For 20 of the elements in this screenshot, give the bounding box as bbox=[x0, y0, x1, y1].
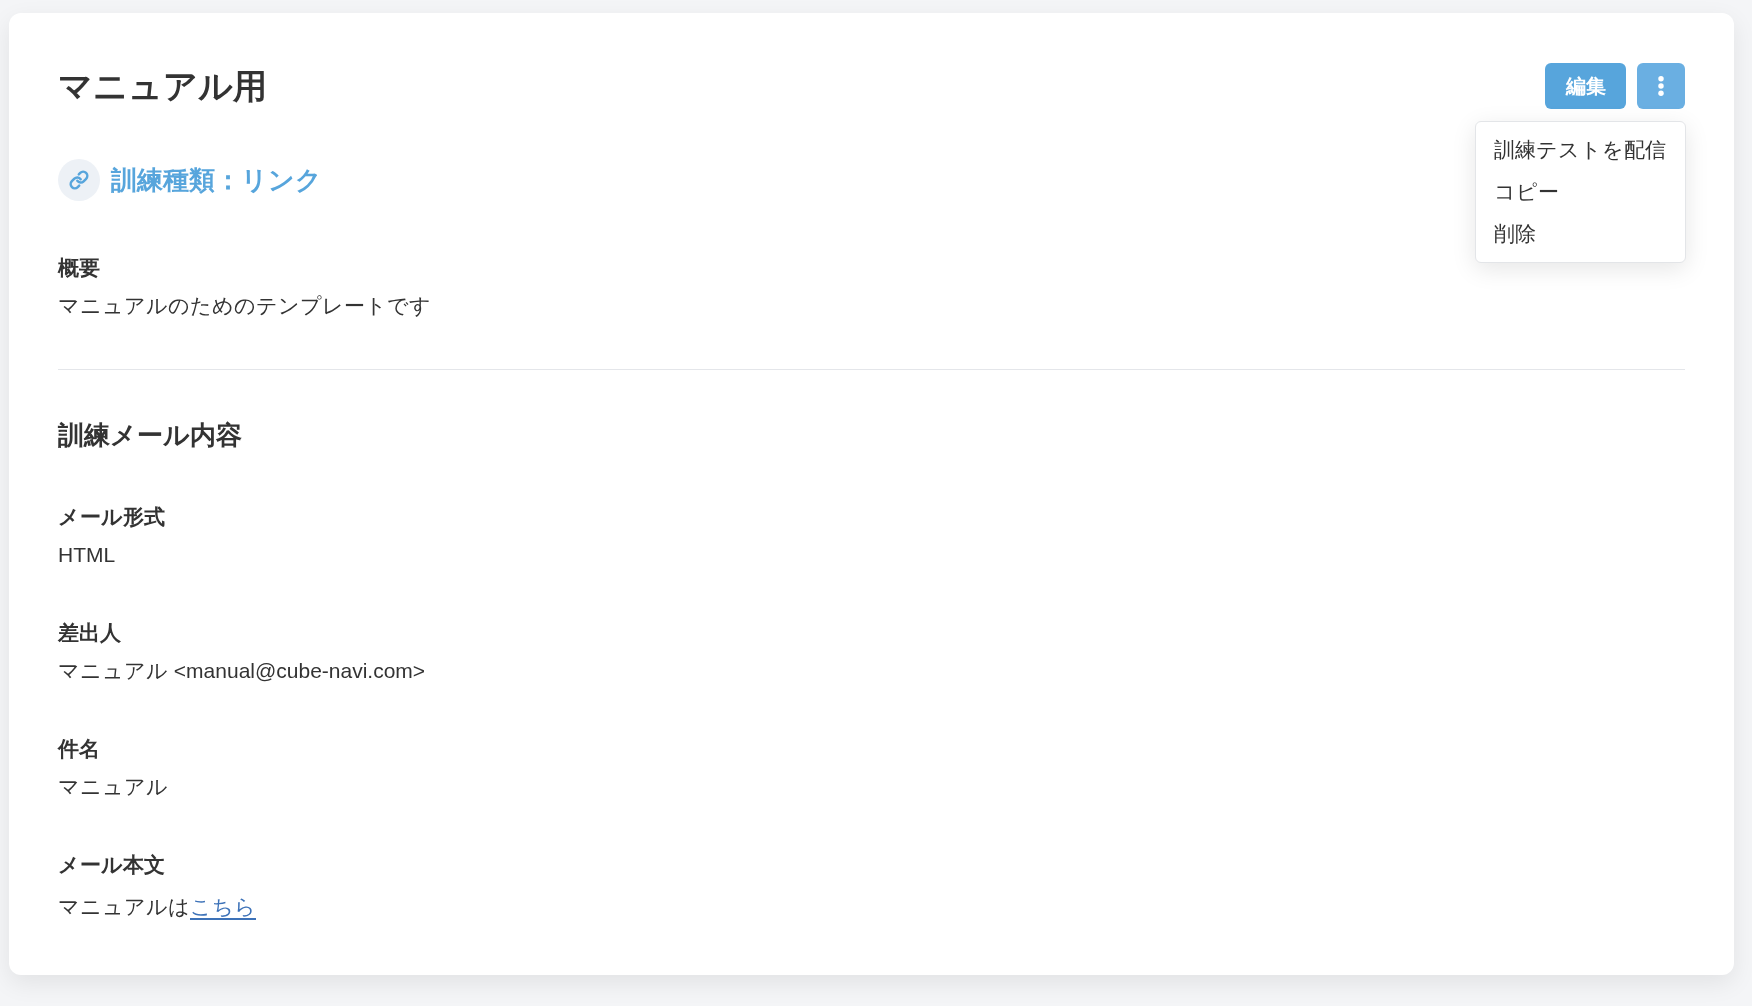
more-button[interactable] bbox=[1637, 63, 1685, 109]
field-label: メール形式 bbox=[58, 504, 166, 530]
field-value: HTML bbox=[58, 542, 117, 568]
link-icon bbox=[58, 159, 100, 201]
field-value: マニュアル bbox=[58, 774, 169, 800]
menu-item[interactable]: コピー bbox=[1476, 171, 1685, 213]
field-value: マニュアルのためのテンプレートです bbox=[58, 293, 432, 319]
page-title: マニュアル用 bbox=[58, 66, 267, 107]
field-value: マニュアルは こちら bbox=[58, 894, 257, 920]
field-label: メール本文 bbox=[58, 852, 166, 878]
link[interactable]: こちら bbox=[190, 895, 256, 918]
field-label: 差出人 bbox=[58, 620, 122, 646]
field-value: マニュアル <manual@cube-navi.com> bbox=[58, 658, 427, 684]
section-title: 訓練メール内容 bbox=[58, 419, 243, 452]
field-label: 件名 bbox=[58, 736, 101, 762]
menu-item[interactable]: 訓練テストを配信 bbox=[1476, 129, 1685, 171]
training-type: 訓練種類：リンク bbox=[111, 164, 322, 197]
menu-item[interactable]: 削除 bbox=[1476, 213, 1685, 255]
more-icon bbox=[1658, 76, 1664, 96]
field-label: 概要 bbox=[58, 255, 101, 281]
